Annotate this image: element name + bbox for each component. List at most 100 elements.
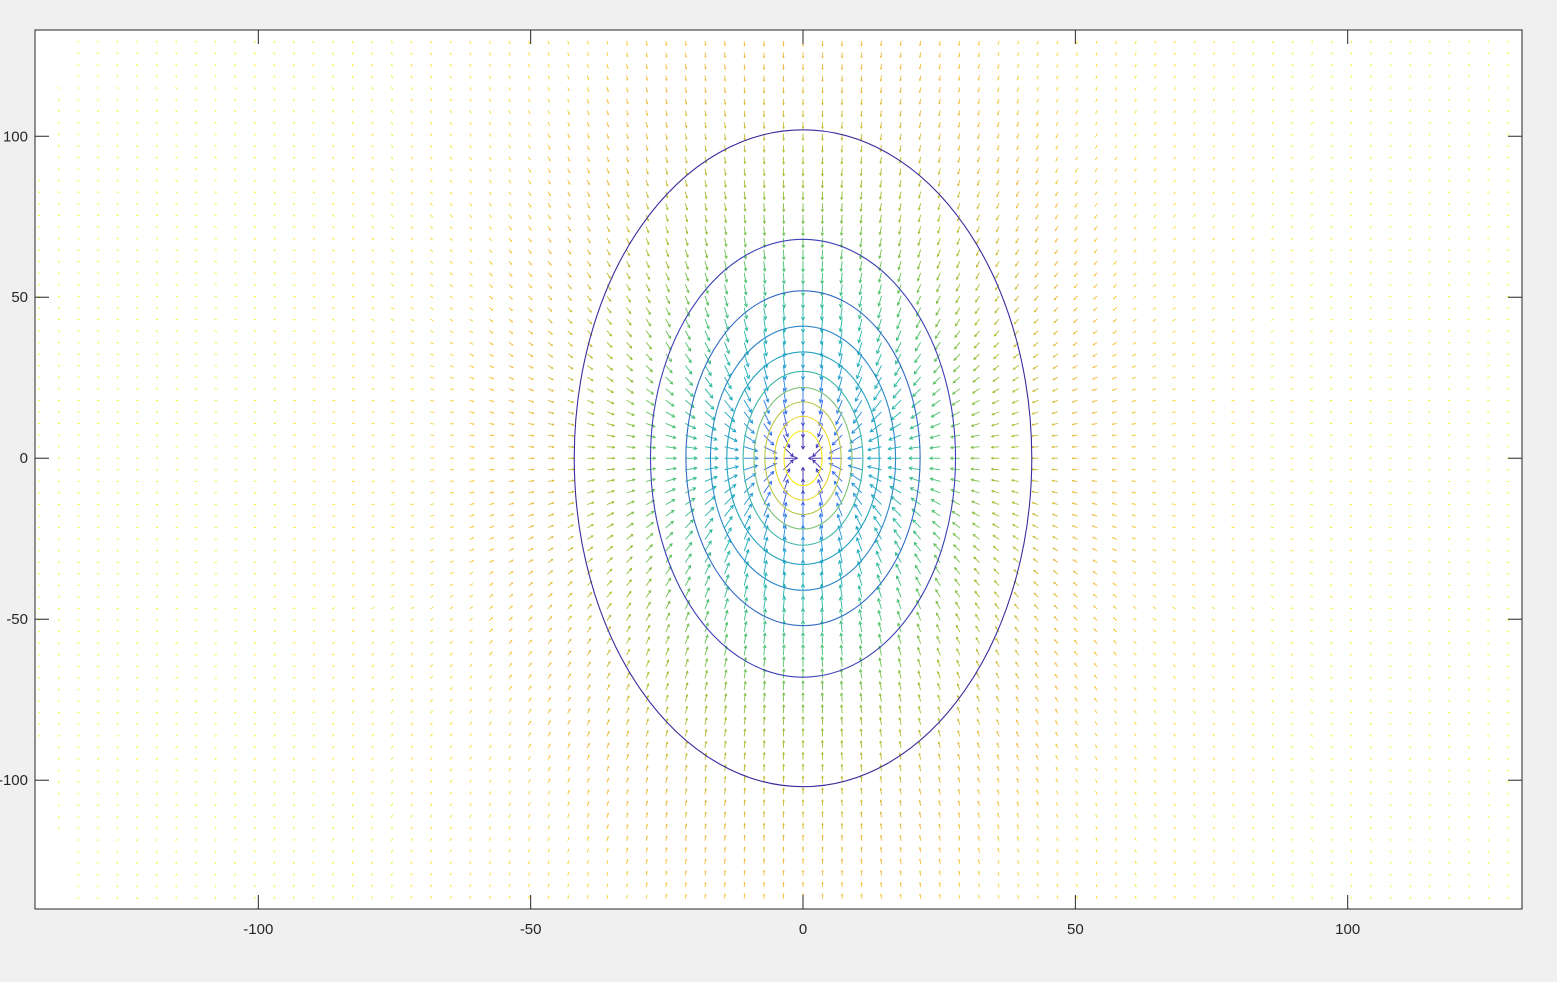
quiver-arrow xyxy=(38,596,41,598)
quiver-shaft xyxy=(155,549,159,552)
quiver-arrow xyxy=(253,538,257,540)
quiver-arrow xyxy=(116,584,119,587)
quiver-arrow xyxy=(136,365,139,367)
quiver-arrow xyxy=(96,341,100,344)
quiver-arrow xyxy=(175,353,178,355)
quiver-shaft xyxy=(116,330,119,332)
quiver-shaft xyxy=(96,330,100,332)
quiver-arrow xyxy=(77,341,80,344)
quiver-shaft xyxy=(234,376,237,379)
quiver-arrow xyxy=(77,596,80,598)
quiver-arrow xyxy=(312,388,316,390)
quiver-arrow xyxy=(116,561,119,563)
quiver-shaft xyxy=(116,584,119,587)
quiver-arrow xyxy=(155,573,159,575)
quiver-arrow xyxy=(293,388,296,390)
quiver-shaft xyxy=(332,515,336,517)
quiver-arrow xyxy=(351,515,355,517)
quiver-arrow xyxy=(96,573,100,575)
quiver-arrow xyxy=(410,423,415,425)
quiver-arrow xyxy=(155,365,159,367)
quiver-arrow xyxy=(273,376,277,379)
quiver-arrow xyxy=(57,573,61,575)
quiver-shaft xyxy=(77,584,80,587)
quiver-shaft xyxy=(253,388,257,390)
quiver-arrow xyxy=(332,399,336,402)
quiver-arrow xyxy=(312,526,316,529)
quiver-shaft xyxy=(116,573,119,575)
quiver-shaft xyxy=(253,538,257,540)
quiver-arrow xyxy=(155,341,159,344)
quiver-arrow xyxy=(391,503,395,506)
quiver-shaft xyxy=(195,376,198,379)
quiver-shaft xyxy=(391,411,395,413)
quiver-shaft xyxy=(214,365,218,367)
quiver-arrow xyxy=(136,573,139,575)
quiver-shaft xyxy=(136,550,139,552)
quiver-arrow xyxy=(38,584,41,587)
quiver-arrow xyxy=(214,538,218,540)
quiver-shaft xyxy=(410,423,415,425)
quiver-arrow xyxy=(195,376,198,379)
quiver-arrow xyxy=(77,330,80,332)
quiver-arrow xyxy=(38,318,41,321)
quiver-shaft xyxy=(136,353,139,355)
quiver-shaft xyxy=(175,353,178,355)
quiver-arrow xyxy=(136,353,139,355)
quiver-shaft xyxy=(449,423,454,425)
quiver-arrow xyxy=(195,365,198,367)
quiver-shaft xyxy=(77,330,80,332)
quiver-arrow xyxy=(96,330,100,332)
quiver-arrow xyxy=(351,411,355,413)
quiver-arrow xyxy=(351,503,355,506)
quiver-shaft xyxy=(77,596,80,598)
quiver-arrow xyxy=(253,388,257,390)
quiver-arrow xyxy=(214,549,218,552)
quiver-arrow xyxy=(234,365,237,367)
quiver-arrow xyxy=(38,307,41,309)
quiver-arrow xyxy=(195,561,198,563)
quiver-arrow xyxy=(136,550,139,552)
quiver-shaft xyxy=(195,561,198,563)
quiver-arrow xyxy=(38,341,41,344)
quiver-shaft xyxy=(38,330,41,332)
quiver-arrow xyxy=(449,423,454,425)
quiver-shaft xyxy=(38,584,41,587)
quiver-arrow xyxy=(332,515,336,517)
quiver-shaft xyxy=(195,538,198,540)
quiver-shaft xyxy=(253,376,257,379)
quiver-arrow xyxy=(116,341,119,344)
quiver-shaft xyxy=(312,399,316,402)
quiver-shaft xyxy=(57,573,61,575)
figure: -100 -50 0 50 100 -100-50050100 xyxy=(0,0,1557,982)
quiver-shaft xyxy=(155,573,159,575)
quiver-arrow xyxy=(77,573,80,575)
quiver-shaft xyxy=(38,318,41,321)
quiver-shaft xyxy=(155,561,159,563)
quiver-arrow xyxy=(234,376,237,379)
quiver-arrow xyxy=(116,330,119,332)
quiver-shaft xyxy=(293,526,296,529)
quiver-shaft xyxy=(332,399,336,402)
quiver-arrow xyxy=(77,561,80,563)
quiver-arrow xyxy=(57,584,61,587)
quiver-shaft xyxy=(312,388,316,390)
quiver-shaft xyxy=(430,423,435,425)
quiver-shaft xyxy=(371,411,375,413)
quiver-arrow xyxy=(57,318,61,321)
quiver-shaft xyxy=(234,365,237,367)
quiver-shaft xyxy=(96,561,100,563)
quiver-shaft xyxy=(77,318,80,321)
quiver-shaft xyxy=(77,573,80,575)
quiver-arrow xyxy=(57,341,61,344)
quiver-arrow xyxy=(391,411,395,413)
quiver-shaft xyxy=(214,376,218,379)
quiver-shaft xyxy=(116,561,119,563)
quiver-shaft xyxy=(136,573,139,575)
quiver-shaft xyxy=(57,341,61,344)
quiver-arrow xyxy=(96,353,100,355)
quiver-shaft xyxy=(57,584,61,587)
quiver-shaft xyxy=(312,526,316,529)
quiver-head xyxy=(472,457,475,460)
quiver-shaft xyxy=(96,573,100,575)
